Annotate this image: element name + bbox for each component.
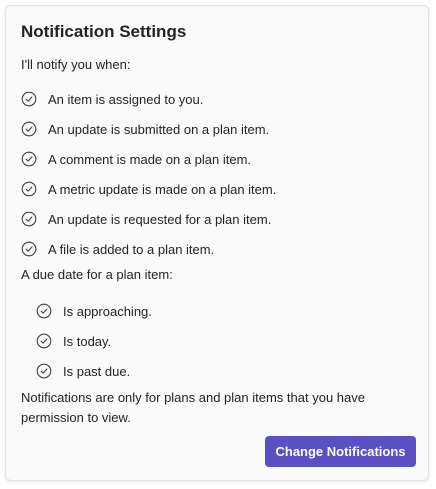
- list-item-label: A file is added to a plan item.: [48, 241, 215, 257]
- change-notifications-button[interactable]: Change Notifications: [265, 436, 416, 467]
- card-title: Notification Settings: [21, 22, 187, 41]
- list-item: Is approaching.: [36, 296, 152, 326]
- due-date-heading: A due date for a plan item:: [21, 267, 173, 282]
- list-item-label: Is approaching.: [63, 303, 152, 319]
- circle-check-icon: [21, 151, 37, 167]
- list-item: A file is added to a plan item.: [21, 234, 276, 264]
- circle-check-icon: [21, 121, 37, 137]
- list-item: An item is assigned to you.: [21, 84, 276, 114]
- list-item-label: A metric update is made on a plan item.: [48, 181, 277, 197]
- list-item-label: A comment is made on a plan item.: [48, 151, 252, 167]
- list-item-label: Is past due.: [63, 363, 131, 379]
- list-item: A metric update is made on a plan item.: [21, 174, 276, 204]
- list-item-label: An update is submitted on a plan item.: [48, 121, 270, 137]
- list-item-label: An update is requested for a plan item.: [48, 211, 272, 227]
- circle-check-icon: [36, 363, 52, 379]
- circle-check-icon: [21, 211, 37, 227]
- list-item-label: An item is assigned to you.: [48, 91, 204, 107]
- due-date-list: Is approaching. Is today. Is past due.: [36, 296, 152, 386]
- permission-footnote: Notifications are only for plans and pla…: [21, 390, 365, 425]
- circle-check-icon: [21, 241, 37, 257]
- list-item: Is today.: [36, 326, 152, 356]
- list-item: A comment is made on a plan item.: [21, 144, 276, 174]
- notification-list: An item is assigned to you. An update is…: [21, 84, 276, 264]
- list-item-label: Is today.: [63, 333, 112, 349]
- circle-check-icon: [21, 181, 37, 197]
- circle-check-icon: [21, 91, 37, 107]
- list-item: Is past due.: [36, 356, 152, 386]
- notification-settings-card: Notification Settings I'll notify you wh…: [5, 5, 429, 481]
- list-item: An update is submitted on a plan item.: [21, 114, 276, 144]
- list-item: An update is requested for a plan item.: [21, 204, 276, 234]
- circle-check-icon: [36, 303, 52, 319]
- circle-check-icon: [36, 333, 52, 349]
- intro-text: I'll notify you when:: [21, 57, 131, 72]
